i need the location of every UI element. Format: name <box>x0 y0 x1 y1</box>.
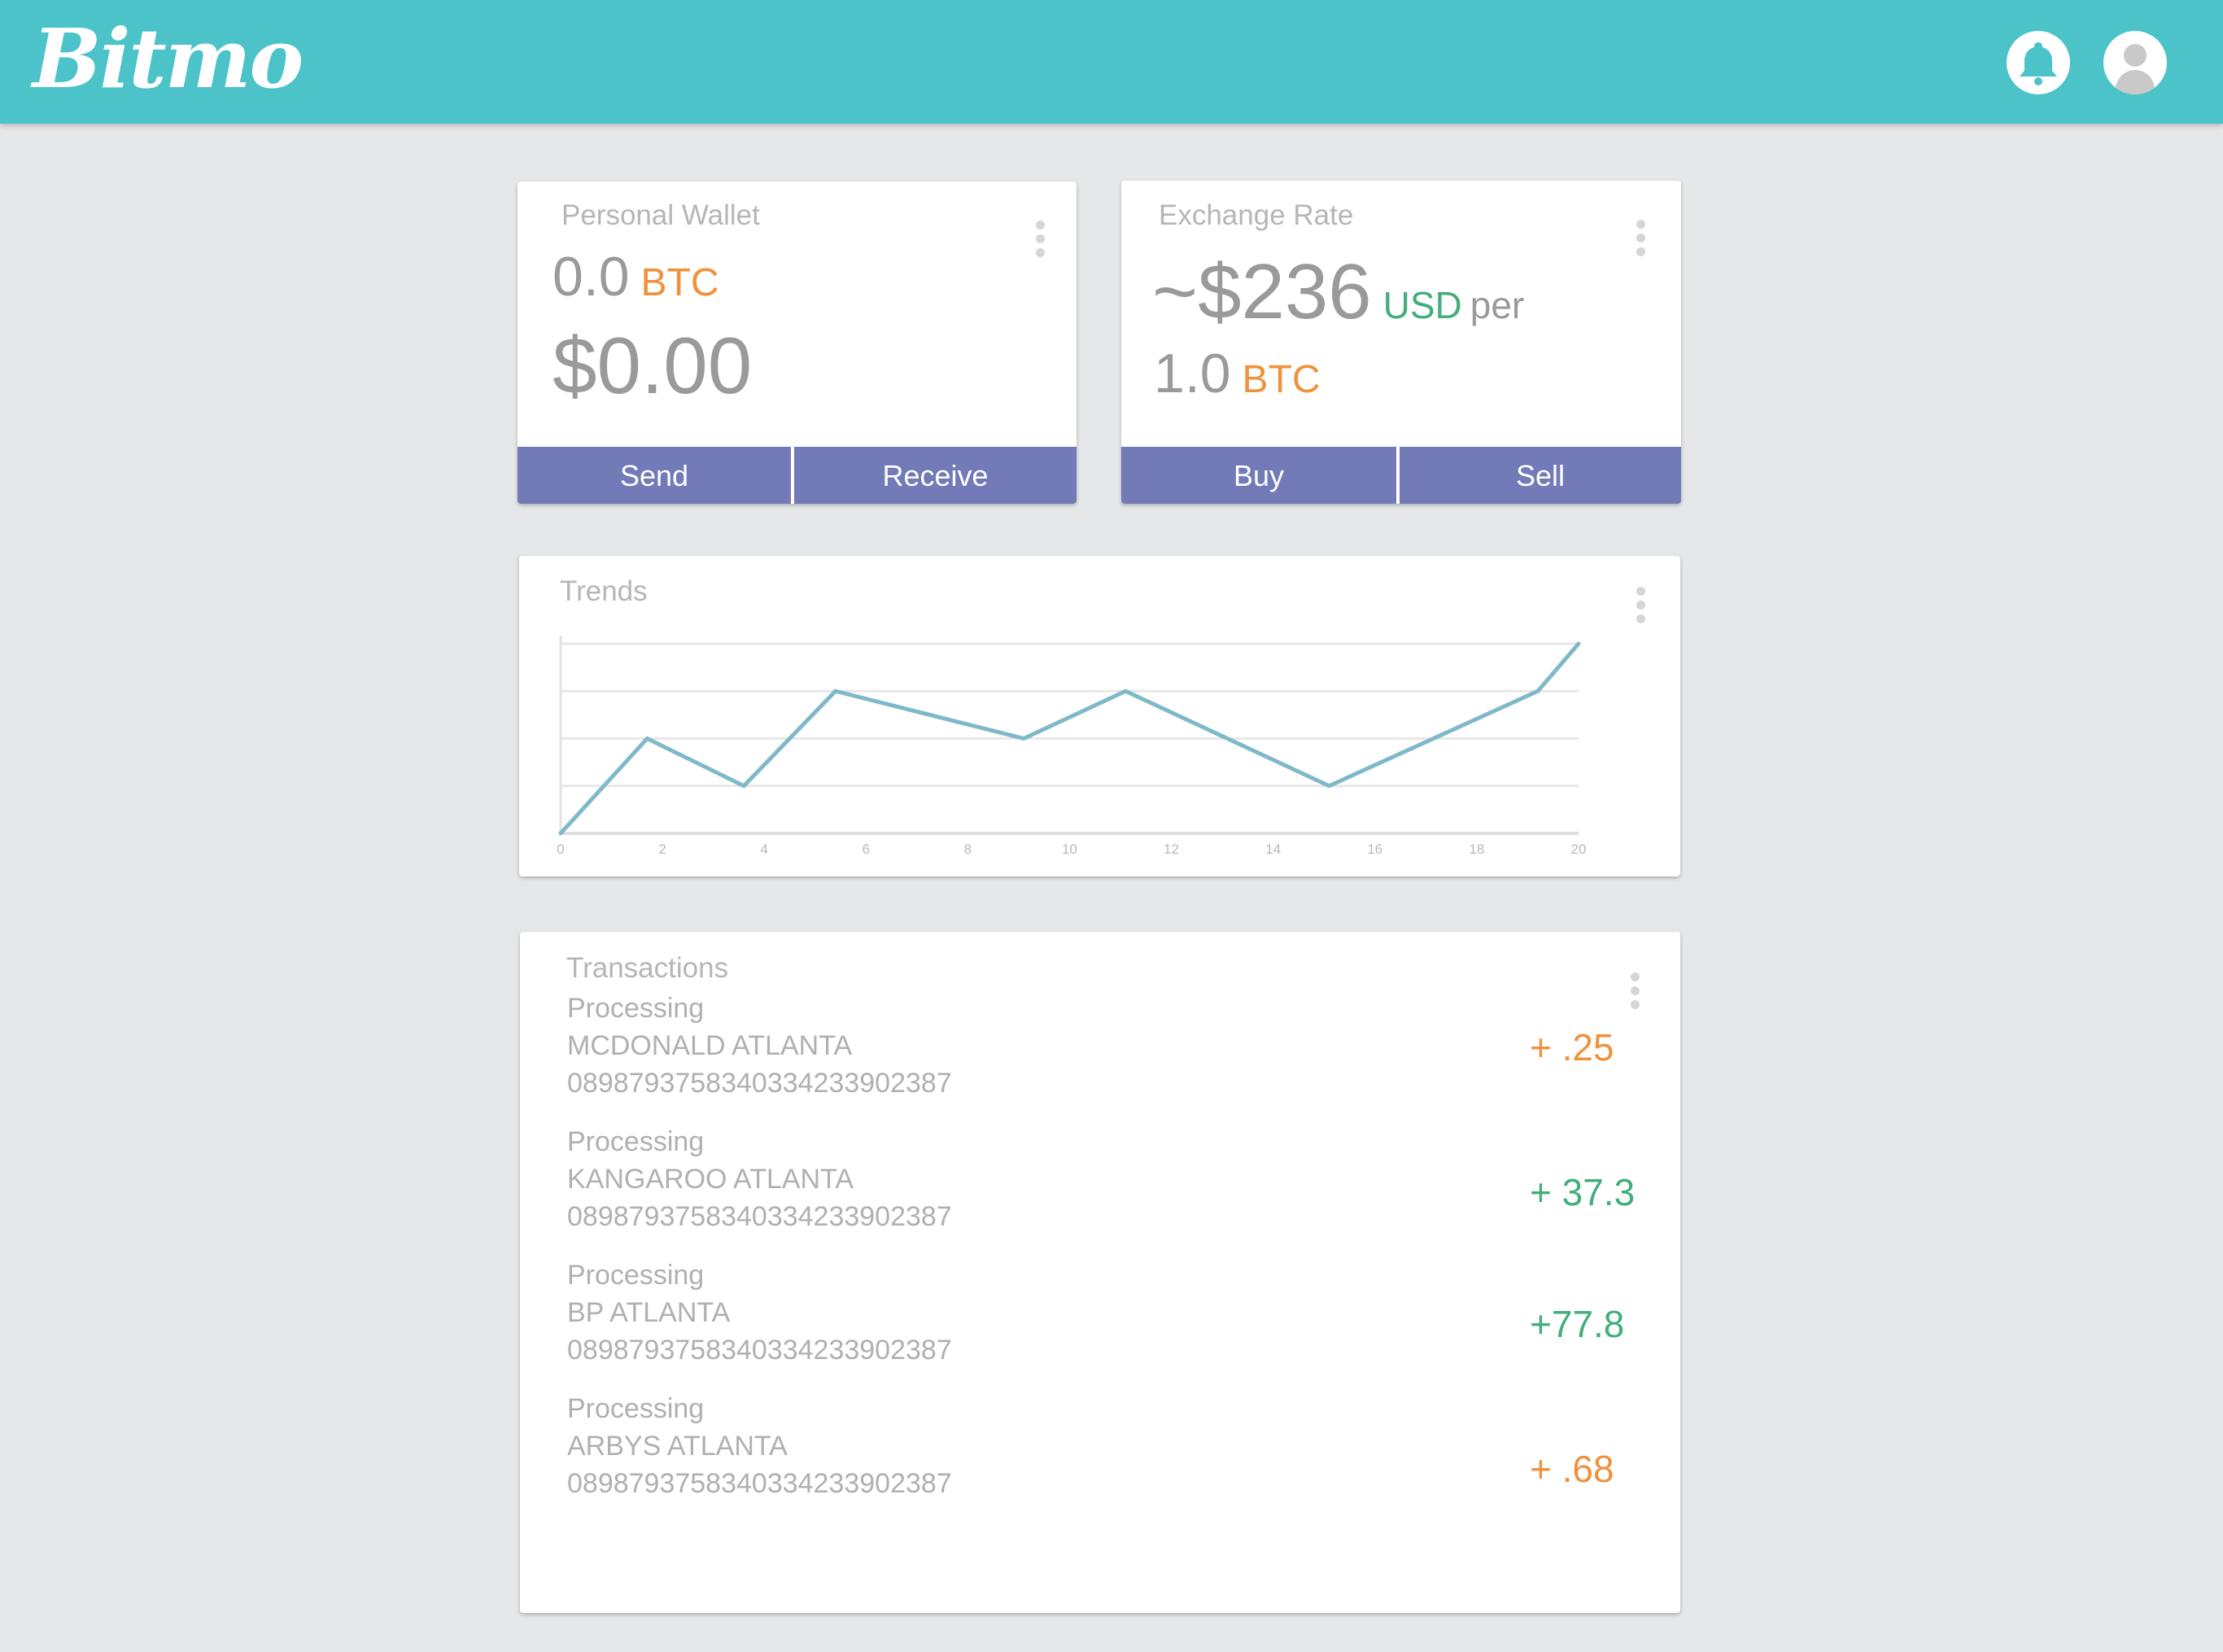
more-options-icon[interactable] <box>1631 972 1640 1013</box>
notifications-bell-icon[interactable] <box>2007 31 2070 94</box>
transaction-merchant: BP ATLANTA <box>567 1297 731 1328</box>
card-title: Exchange Rate <box>1159 199 1354 231</box>
top-app-bar: Bitmo <box>0 0 2223 124</box>
x-tick-label: 12 <box>1164 841 1179 857</box>
per-label: per <box>1470 284 1525 326</box>
x-tick-label: 6 <box>863 841 870 857</box>
sell-button[interactable]: Sell <box>1400 447 1681 504</box>
exchange-price: ~$236 USD per <box>1152 247 1524 337</box>
personal-wallet-card: Personal Wallet 0.0 BTC $0.00 Send Receiv… <box>518 181 1077 504</box>
card-title: Transactions <box>566 952 729 984</box>
trend-data-point <box>1327 784 1332 789</box>
transaction-status: Processing <box>567 1126 705 1157</box>
transaction-status: Processing <box>567 1260 705 1291</box>
more-options-icon[interactable] <box>1036 221 1046 261</box>
trends-card: Trends 0 2 4 6 8 10 12 14 16 18 20 <box>519 556 1680 876</box>
card-title: Personal Wallet <box>561 199 760 231</box>
x-tick-label: 10 <box>1062 841 1077 857</box>
transaction-id: 0898793758340334233902387 <box>567 1068 952 1099</box>
trend-data-point <box>1576 641 1581 646</box>
transactions-card: Transactions Processing MCDONALD ATLANTA… <box>520 932 1680 1613</box>
wallet-actions: Send Receive <box>518 447 1077 504</box>
wallet-btc-balance: 0.0 BTC <box>552 245 719 308</box>
more-options-icon[interactable] <box>1636 220 1646 260</box>
transaction-id: 0898793758340334233902387 <box>567 1201 952 1232</box>
transaction-merchant: MCDONALD ATLANTA <box>567 1030 853 1061</box>
list-item[interactable]: Processing MCDONALD ATLANTA 089879375834… <box>567 993 1625 1115</box>
buy-button[interactable]: Buy <box>1121 447 1396 504</box>
x-tick-label: 20 <box>1571 841 1587 857</box>
transaction-status: Processing <box>567 1393 705 1424</box>
x-tick-label: 14 <box>1265 841 1281 857</box>
x-tick-label: 0 <box>557 841 564 857</box>
exchange-actions: Buy Sell <box>1121 447 1681 504</box>
x-tick-label: 16 <box>1367 841 1382 857</box>
usd-price: ~$236 <box>1152 248 1372 335</box>
btc-unit: BTC <box>1242 358 1321 401</box>
list-item[interactable]: Processing KANGAROO ATLANTA 089879375834… <box>567 1126 1635 1248</box>
transaction-amount: + .68 <box>1530 1448 1614 1490</box>
trend-data-point <box>833 688 838 693</box>
transaction-amount: +77.8 <box>1530 1303 1625 1345</box>
btc-amount: 1.0 <box>1154 343 1231 404</box>
receive-button[interactable]: Receive <box>794 447 1077 504</box>
transaction-status: Processing <box>567 993 705 1024</box>
x-tick-label: 8 <box>964 841 972 857</box>
usd-unit: USD <box>1382 284 1462 326</box>
list-item[interactable]: Processing ARBYS ATLANTA 089879375834033… <box>567 1393 1625 1515</box>
transaction-merchant: ARBYS ATLANTA <box>567 1431 788 1462</box>
app-logo[interactable]: Bitmo <box>33 10 304 107</box>
user-avatar-icon[interactable] <box>2103 31 2167 94</box>
exchange-btc: 1.0 BTC <box>1154 342 1321 405</box>
trend-data-point <box>644 736 649 741</box>
x-tick-label: 2 <box>658 841 666 857</box>
transaction-amount: + 37.3 <box>1530 1171 1636 1213</box>
btc-amount: 0.0 <box>552 246 630 308</box>
trends-line-chart: 0 2 4 6 8 10 12 14 16 18 20 <box>557 636 1587 857</box>
exchange-rate-card: Exchange Rate ~$236 USD per 1.0 BTC Buy Sel… <box>1121 181 1681 504</box>
trend-data-point <box>1123 688 1128 693</box>
transaction-id: 0898793758340334233902387 <box>567 1335 952 1366</box>
x-tick-label: 18 <box>1469 841 1484 857</box>
wallet-usd-balance: $0.00 <box>552 321 753 410</box>
trend-data-point <box>558 831 563 836</box>
transaction-amount: + .25 <box>1530 1026 1614 1069</box>
list-item[interactable]: Processing BP ATLANTA 089879375834033423… <box>567 1260 1625 1382</box>
transaction-merchant: KANGAROO ATLANTA <box>567 1164 854 1195</box>
trend-data-point <box>741 784 746 789</box>
transaction-id: 0898793758340334233902387 <box>567 1468 952 1499</box>
trend-data-point <box>1021 736 1026 741</box>
send-button[interactable]: Send <box>518 447 791 504</box>
trend-data-point <box>1535 688 1540 693</box>
btc-unit: BTC <box>640 261 719 304</box>
x-tick-label: 4 <box>760 841 767 857</box>
